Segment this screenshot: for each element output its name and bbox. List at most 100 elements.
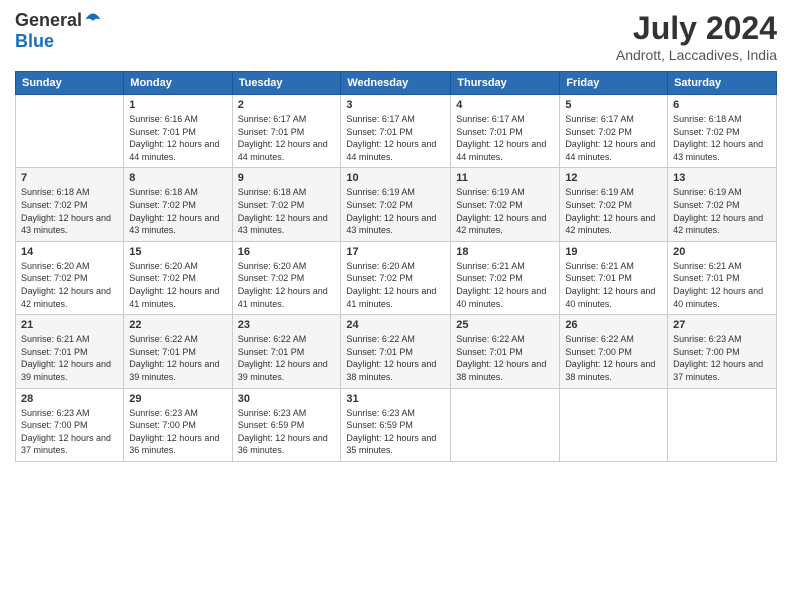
day-number: 10 bbox=[346, 172, 445, 184]
day-cell: 24Sunrise: 6:22 AMSunset: 7:01 PMDayligh… bbox=[341, 315, 451, 388]
day-cell: 13Sunrise: 6:19 AMSunset: 7:02 PMDayligh… bbox=[668, 168, 777, 241]
day-info: Sunrise: 6:23 AMSunset: 7:00 PMDaylight:… bbox=[21, 407, 118, 457]
calendar-body: 1 Sunrise: 6:16 AMSunset: 7:01 PMDaylight… bbox=[16, 95, 777, 462]
day-cell: 28 Sunrise: 6:23 AMSunset: 7:00 PMDayligh… bbox=[16, 388, 124, 461]
day-number: 27 bbox=[673, 319, 771, 331]
day-number: 25 bbox=[456, 319, 554, 331]
day-info: Sunrise: 6:20 AMSunset: 7:02 PMDaylight:… bbox=[21, 260, 118, 310]
day-number: 1 bbox=[129, 99, 226, 111]
header-thursday: Thursday bbox=[451, 72, 560, 95]
day-number: 29 bbox=[129, 393, 226, 405]
logo: General Blue bbox=[15, 10, 102, 52]
week-row-1: 7 Sunrise: 6:18 AMSunset: 7:02 PMDaylight… bbox=[16, 168, 777, 241]
day-info: Sunrise: 6:22 AMSunset: 7:00 PMDaylight:… bbox=[565, 333, 662, 383]
day-info: Sunrise: 6:16 AMSunset: 7:01 PMDaylight:… bbox=[129, 113, 226, 163]
day-cell: 2 Sunrise: 6:17 AMSunset: 7:01 PMDaylight… bbox=[232, 95, 341, 168]
day-number: 3 bbox=[346, 99, 445, 111]
day-info: Sunrise: 6:23 AMSunset: 7:00 PMDaylight:… bbox=[129, 407, 226, 457]
week-row-3: 21 Sunrise: 6:21 AMSunset: 7:01 PMDayligh… bbox=[16, 315, 777, 388]
day-cell: 27 Sunrise: 6:23 AMSunset: 7:00 PMDayligh… bbox=[668, 315, 777, 388]
day-cell: 21 Sunrise: 6:21 AMSunset: 7:01 PMDayligh… bbox=[16, 315, 124, 388]
day-number: 11 bbox=[456, 172, 554, 184]
day-info: Sunrise: 6:20 AMSunset: 7:02 PMDaylight:… bbox=[346, 260, 445, 310]
day-cell: 18 Sunrise: 6:21 AMSunset: 7:02 PMDayligh… bbox=[451, 241, 560, 314]
day-number: 17 bbox=[346, 246, 445, 258]
day-cell: 19 Sunrise: 6:21 AMSunset: 7:01 PMDayligh… bbox=[560, 241, 668, 314]
day-info: Sunrise: 6:18 AMSunset: 7:02 PMDaylight:… bbox=[129, 186, 226, 236]
header-wednesday: Wednesday bbox=[341, 72, 451, 95]
day-cell: 9Sunrise: 6:18 AMSunset: 7:02 PMDaylight… bbox=[232, 168, 341, 241]
week-row-0: 1 Sunrise: 6:16 AMSunset: 7:01 PMDaylight… bbox=[16, 95, 777, 168]
calendar-header: Sunday Monday Tuesday Wednesday Thursday… bbox=[16, 72, 777, 95]
day-number: 8 bbox=[129, 172, 226, 184]
day-cell bbox=[451, 388, 560, 461]
day-info: Sunrise: 6:17 AMSunset: 7:01 PMDaylight:… bbox=[238, 113, 336, 163]
day-cell: 8 Sunrise: 6:18 AMSunset: 7:02 PMDaylight… bbox=[124, 168, 232, 241]
week-row-2: 14Sunrise: 6:20 AMSunset: 7:02 PMDayligh… bbox=[16, 241, 777, 314]
day-cell: 3 Sunrise: 6:17 AMSunset: 7:01 PMDaylight… bbox=[341, 95, 451, 168]
day-number: 19 bbox=[565, 246, 662, 258]
title-section: July 2024 Andrott, Laccadives, India bbox=[616, 10, 777, 63]
header-row: Sunday Monday Tuesday Wednesday Thursday… bbox=[16, 72, 777, 95]
main-title: July 2024 bbox=[616, 10, 777, 47]
day-info: Sunrise: 6:19 AMSunset: 7:02 PMDaylight:… bbox=[456, 186, 554, 236]
day-cell: 26 Sunrise: 6:22 AMSunset: 7:00 PMDayligh… bbox=[560, 315, 668, 388]
day-cell: 1 Sunrise: 6:16 AMSunset: 7:01 PMDaylight… bbox=[124, 95, 232, 168]
day-number: 7 bbox=[21, 172, 118, 184]
day-cell: 29 Sunrise: 6:23 AMSunset: 7:00 PMDayligh… bbox=[124, 388, 232, 461]
week-row-4: 28 Sunrise: 6:23 AMSunset: 7:00 PMDayligh… bbox=[16, 388, 777, 461]
logo-general: General bbox=[15, 10, 82, 31]
day-number: 26 bbox=[565, 319, 662, 331]
header-saturday: Saturday bbox=[668, 72, 777, 95]
day-info: Sunrise: 6:21 AMSunset: 7:01 PMDaylight:… bbox=[673, 260, 771, 310]
day-cell: 25 Sunrise: 6:22 AMSunset: 7:01 PMDayligh… bbox=[451, 315, 560, 388]
day-number: 6 bbox=[673, 99, 771, 111]
calendar-table: Sunday Monday Tuesday Wednesday Thursday… bbox=[15, 71, 777, 462]
day-cell: 14Sunrise: 6:20 AMSunset: 7:02 PMDayligh… bbox=[16, 241, 124, 314]
day-number: 21 bbox=[21, 319, 118, 331]
day-info: Sunrise: 6:18 AMSunset: 7:02 PMDaylight:… bbox=[21, 186, 118, 236]
day-number: 28 bbox=[21, 393, 118, 405]
day-cell bbox=[560, 388, 668, 461]
day-cell: 16Sunrise: 6:20 AMSunset: 7:02 PMDayligh… bbox=[232, 241, 341, 314]
day-info: Sunrise: 6:19 AMSunset: 7:02 PMDaylight:… bbox=[346, 186, 445, 236]
day-info: Sunrise: 6:17 AMSunset: 7:02 PMDaylight:… bbox=[565, 113, 662, 163]
subtitle: Andrott, Laccadives, India bbox=[616, 47, 777, 63]
day-number: 2 bbox=[238, 99, 336, 111]
day-info: Sunrise: 6:21 AMSunset: 7:01 PMDaylight:… bbox=[21, 333, 118, 383]
day-number: 4 bbox=[456, 99, 554, 111]
day-number: 12 bbox=[565, 172, 662, 184]
page: General Blue July 2024 Andrott, Laccadiv… bbox=[0, 0, 792, 612]
day-number: 23 bbox=[238, 319, 336, 331]
day-info: Sunrise: 6:22 AMSunset: 7:01 PMDaylight:… bbox=[129, 333, 226, 383]
logo-text: General bbox=[15, 10, 102, 31]
day-info: Sunrise: 6:19 AMSunset: 7:02 PMDaylight:… bbox=[565, 186, 662, 236]
day-info: Sunrise: 6:21 AMSunset: 7:01 PMDaylight:… bbox=[565, 260, 662, 310]
day-info: Sunrise: 6:21 AMSunset: 7:02 PMDaylight:… bbox=[456, 260, 554, 310]
day-number: 22 bbox=[129, 319, 226, 331]
day-info: Sunrise: 6:18 AMSunset: 7:02 PMDaylight:… bbox=[238, 186, 336, 236]
day-cell: 11 Sunrise: 6:19 AMSunset: 7:02 PMDayligh… bbox=[451, 168, 560, 241]
day-cell: 23Sunrise: 6:22 AMSunset: 7:01 PMDayligh… bbox=[232, 315, 341, 388]
day-cell: 15Sunrise: 6:20 AMSunset: 7:02 PMDayligh… bbox=[124, 241, 232, 314]
day-cell: 17 Sunrise: 6:20 AMSunset: 7:02 PMDayligh… bbox=[341, 241, 451, 314]
day-info: Sunrise: 6:18 AMSunset: 7:02 PMDaylight:… bbox=[673, 113, 771, 163]
day-number: 20 bbox=[673, 246, 771, 258]
day-cell bbox=[16, 95, 124, 168]
day-info: Sunrise: 6:17 AMSunset: 7:01 PMDaylight:… bbox=[346, 113, 445, 163]
day-info: Sunrise: 6:22 AMSunset: 7:01 PMDaylight:… bbox=[456, 333, 554, 383]
day-number: 30 bbox=[238, 393, 336, 405]
day-cell: 5Sunrise: 6:17 AMSunset: 7:02 PMDaylight… bbox=[560, 95, 668, 168]
logo-blue-text: Blue bbox=[15, 31, 54, 52]
header-monday: Monday bbox=[124, 72, 232, 95]
day-info: Sunrise: 6:23 AMSunset: 6:59 PMDaylight:… bbox=[238, 407, 336, 457]
day-cell: 6 Sunrise: 6:18 AMSunset: 7:02 PMDaylight… bbox=[668, 95, 777, 168]
header-tuesday: Tuesday bbox=[232, 72, 341, 95]
day-cell: 12 Sunrise: 6:19 AMSunset: 7:02 PMDayligh… bbox=[560, 168, 668, 241]
day-number: 16 bbox=[238, 246, 336, 258]
day-info: Sunrise: 6:23 AMSunset: 6:59 PMDaylight:… bbox=[346, 407, 445, 457]
day-number: 31 bbox=[346, 393, 445, 405]
day-number: 18 bbox=[456, 246, 554, 258]
day-info: Sunrise: 6:23 AMSunset: 7:00 PMDaylight:… bbox=[673, 333, 771, 383]
day-cell: 7 Sunrise: 6:18 AMSunset: 7:02 PMDaylight… bbox=[16, 168, 124, 241]
